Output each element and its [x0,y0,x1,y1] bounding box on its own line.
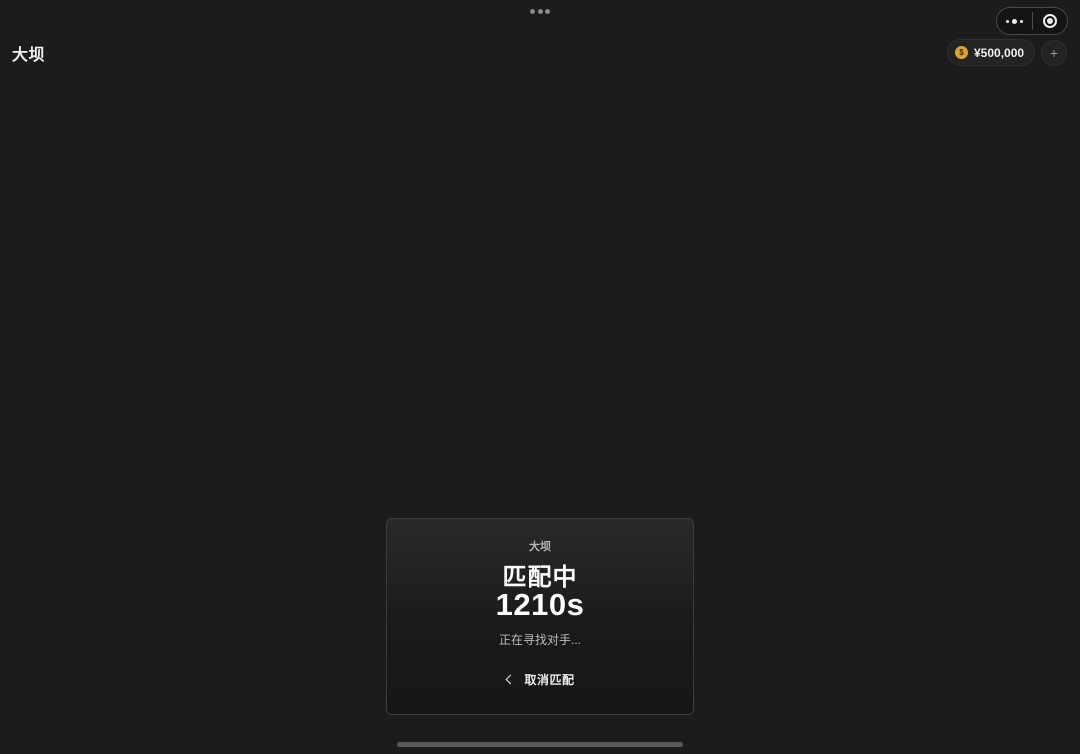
target-icon [1042,14,1057,28]
add-currency-button[interactable]: + [1041,40,1067,66]
page-title: 大坝 [12,47,46,64]
plus-icon: + [1049,45,1059,61]
mini-program-capsule [996,7,1068,35]
currency-amount: ¥500,000 [974,45,1025,60]
cancel-match-label: 取消匹配 [524,672,575,687]
close-mini-program-button[interactable] [1033,8,1068,34]
match-timer: 1210s [495,587,585,622]
match-hint: 正在寻找对手... [498,633,581,647]
chevron-left-icon [506,674,516,684]
coin-icon: $ [955,46,968,59]
more-menu-button[interactable] [997,8,1032,34]
home-indicator[interactable] [397,742,683,747]
matchmaking-card: 大坝 匹配中 1210s 正在寻找对手... 取消匹配 [386,518,694,715]
top-drag-handle-icon [530,8,550,14]
match-map-name: 大坝 [529,541,551,553]
more-dots-icon [1005,18,1023,24]
currency-balance: $ ¥500,000 [947,39,1035,66]
cancel-match-button[interactable]: 取消匹配 [497,669,585,689]
